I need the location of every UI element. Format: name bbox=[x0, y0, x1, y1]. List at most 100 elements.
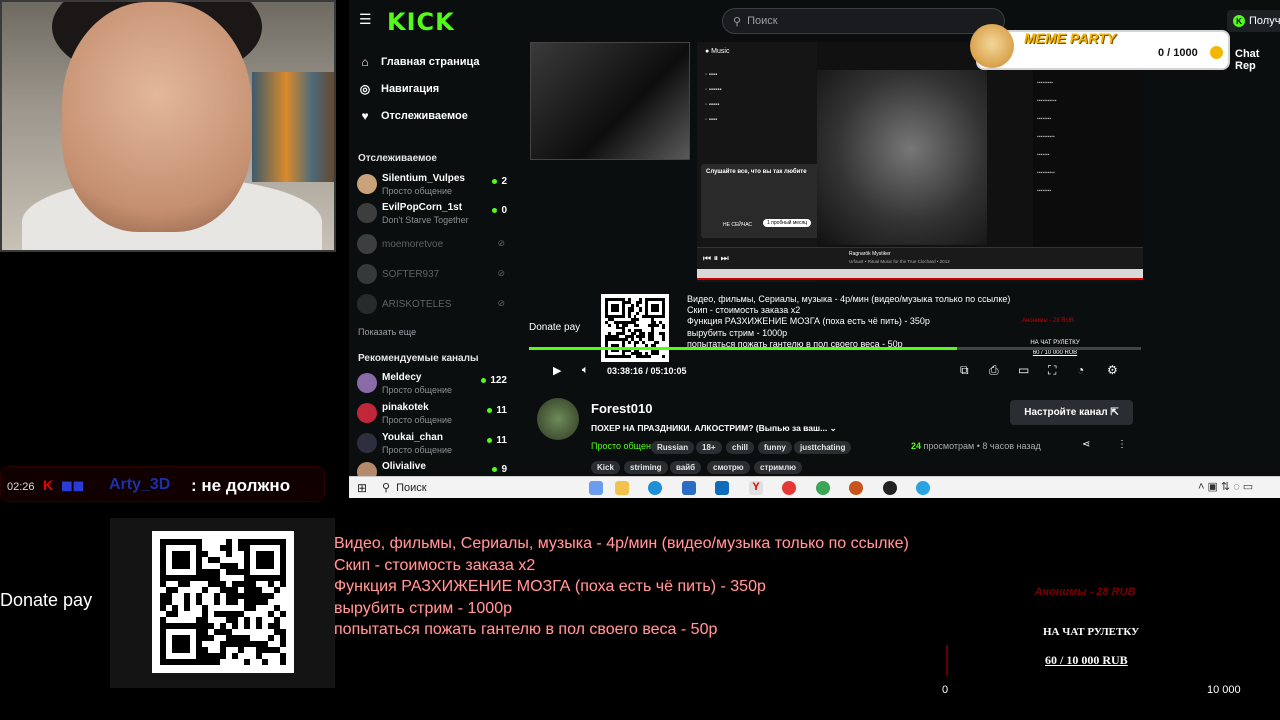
setup-channel-button[interactable]: Настройте канал ⇱ bbox=[1010, 400, 1133, 425]
views-label: просмотрам bbox=[923, 441, 975, 451]
qr-module bbox=[280, 659, 286, 665]
store-icon[interactable] bbox=[682, 481, 696, 495]
qr-grid bbox=[160, 539, 286, 665]
bottom-donate-label: Donate pay bbox=[0, 590, 93, 610]
bottom-roulette-title: НА ЧАТ РУЛЕТКУ bbox=[1043, 626, 1140, 638]
search-placeholder: Поиск bbox=[747, 15, 778, 27]
scale-max: 10 000 bbox=[1207, 684, 1241, 696]
channel-item[interactable]: SOFTER937 ⊘ bbox=[357, 262, 509, 290]
windows-start-icon[interactable]: ⊞ bbox=[357, 481, 367, 495]
meme-party-title: MEME PARTY bbox=[1024, 30, 1117, 46]
share-icon[interactable]: ⋖ bbox=[1082, 439, 1090, 450]
search-input[interactable]: ⚲ Поиск bbox=[722, 8, 1005, 34]
stream-screen: ☰ KICK ⚲ Поиск K Получи ⌂ Главная страни… bbox=[0, 0, 1280, 720]
music-app-nav: ◦ ▪▪▪▪ ◦ ▪▪▪▪▪▪ ◦ ▪▪▪▪▪ ◦ ▪▪▪▪ bbox=[705, 72, 722, 123]
music-track-name: Ragnarök Mystiker bbox=[849, 251, 891, 257]
chrome-icon[interactable] bbox=[816, 481, 830, 495]
viewer-count-value: 2 bbox=[501, 176, 507, 187]
chat-rep-label: Chat Rep bbox=[1235, 48, 1260, 72]
taskbar-search[interactable]: ⚲ Поиск bbox=[382, 479, 567, 496]
channel-name: SOFTER937 bbox=[382, 269, 440, 280]
fullscreen-icon[interactable]: ⛶ bbox=[1048, 363, 1056, 378]
sidebar-item-following[interactable]: ♥ Отслеживаемое bbox=[358, 109, 467, 123]
tag[interactable]: justtchating bbox=[794, 441, 852, 454]
channel-item[interactable]: Meldecy Просто общение 122 bbox=[357, 371, 509, 399]
viewer-count: 2 bbox=[492, 176, 507, 187]
channel-name: EvilPopCorn_1st bbox=[382, 202, 463, 213]
stream-title-text: ПОХЕР НА ПРАЗДНИКИ. АЛКОСТРИМ? (Выпью за… bbox=[591, 423, 828, 433]
views-info: 24 просмотрам • 8 часов назад bbox=[911, 441, 1041, 451]
kick-badge-icon: K bbox=[43, 477, 54, 493]
tag[interactable]: вайб bbox=[670, 461, 702, 474]
tag[interactable]: Kick bbox=[591, 461, 620, 474]
telegram-icon[interactable] bbox=[916, 481, 930, 495]
album-art bbox=[817, 70, 987, 245]
webcam-face bbox=[62, 2, 252, 232]
theater-icon[interactable]: ▭ bbox=[1018, 363, 1029, 377]
channel-name: Youkai_chan bbox=[382, 432, 443, 443]
tag[interactable]: funny bbox=[758, 441, 792, 454]
kick-badge-icon: K bbox=[1233, 15, 1245, 27]
progress-bar[interactable] bbox=[529, 347, 1141, 350]
tag[interactable]: смотрю bbox=[707, 461, 750, 474]
winamp-icon[interactable] bbox=[849, 481, 863, 495]
channel-item[interactable]: Youkai_chan Просто общение 11 bbox=[357, 431, 509, 459]
live-dot-icon bbox=[492, 178, 498, 184]
viewer-count: 11 bbox=[487, 405, 507, 416]
explorer-icon[interactable] bbox=[615, 481, 629, 495]
meme-party-widget: MEME PARTY 0 / 1000 bbox=[970, 24, 1230, 70]
obs-icon[interactable] bbox=[883, 481, 897, 495]
tray-icons[interactable]: ˄ ▣ ⇅ ◌ ▭ bbox=[1198, 480, 1253, 493]
tag[interactable]: striming bbox=[624, 461, 668, 474]
chevron-down-icon[interactable]: ⌄ bbox=[830, 423, 837, 433]
channel-name: moemoretvoe bbox=[382, 239, 444, 250]
heart-icon: ♥ bbox=[361, 109, 369, 123]
streamer-avatar[interactable] bbox=[537, 398, 579, 440]
channel-name: ARISKOTELES bbox=[382, 299, 452, 310]
overlay-price-list: Видео, фильмы, Сериалы, музыка - 4р/мин … bbox=[687, 294, 1011, 349]
channel-item[interactable]: Silentium_Vulpes Просто общение 2 bbox=[357, 172, 509, 200]
login-button[interactable]: K Получи bbox=[1227, 10, 1280, 32]
outlook-icon[interactable] bbox=[715, 481, 729, 495]
avatar bbox=[357, 234, 377, 254]
volume-icon[interactable]: 🔈︎ bbox=[582, 364, 589, 377]
captured-music-app: ● Music ◦ ▪▪▪▪ ◦ ▪▪▪▪▪▪ ◦ ▪▪▪▪▪ ◦ ▪▪▪▪ Слуш… bbox=[697, 42, 1143, 282]
streamer-name[interactable]: Forest010 bbox=[591, 401, 652, 416]
tag[interactable]: Russian bbox=[651, 441, 695, 454]
setup-channel-label: Настройте канал bbox=[1024, 407, 1108, 418]
yandex-icon[interactable]: Y bbox=[749, 481, 763, 495]
overlay-donate-label: Donate pay bbox=[529, 322, 581, 333]
bottom-roulette-value: 60 / 10 000 RUB bbox=[1045, 653, 1128, 667]
search-icon: ⚲ bbox=[382, 482, 391, 494]
progress-fill bbox=[529, 347, 958, 350]
more-options-icon[interactable]: ⋮ bbox=[1117, 439, 1127, 450]
settings-gear-icon[interactable]: ⚙ bbox=[1107, 363, 1118, 377]
sidebar-item-home[interactable]: ⌂ Главная страница bbox=[358, 55, 479, 69]
offline-icon: ⊘ bbox=[497, 298, 505, 308]
clip-icon[interactable]: ⎙ bbox=[989, 363, 999, 378]
channel-item[interactable]: EvilPopCorn_1st Don't Starve Together 0 bbox=[357, 201, 509, 229]
channel-category: Просто общение bbox=[382, 415, 452, 425]
channel-item[interactable]: ARISKOTELES ⊘ bbox=[357, 292, 509, 320]
hamburger-menu-icon[interactable]: ☰ bbox=[359, 12, 373, 26]
speed-icon[interactable]: ◔ bbox=[1077, 363, 1084, 377]
user-badge-icon: ◼◼ bbox=[61, 477, 85, 493]
live-dot-icon bbox=[492, 207, 498, 213]
webcam-feed bbox=[0, 0, 336, 252]
video-player[interactable]: ● Music ◦ ▪▪▪▪ ◦ ▪▪▪▪▪▪ ◦ ▪▪▪▪▪ ◦ ▪▪▪▪ Слуш… bbox=[525, 42, 1153, 386]
yandex-browser-icon[interactable] bbox=[782, 481, 796, 495]
queue-items: ▪▪▪▪▪▪▪▪▪ ▪▪▪▪▪▪▪▪▪▪▪ ▪▪▪▪▪▪▪▪ ▪▪▪▪▪▪▪▪▪▪ ▪▪… bbox=[1037, 80, 1057, 194]
pip-icon[interactable]: ⧉ bbox=[960, 363, 969, 378]
edge-icon[interactable] bbox=[648, 481, 662, 495]
tag[interactable]: 18+ bbox=[696, 441, 722, 454]
tag[interactable]: chill bbox=[726, 441, 755, 454]
channel-item[interactable]: moemoretvoe ⊘ bbox=[357, 232, 509, 260]
channel-item[interactable]: pinakotek Просто общение 11 bbox=[357, 401, 509, 429]
tag[interactable]: стримлю bbox=[754, 461, 803, 474]
show-more-link[interactable]: Показать еще bbox=[358, 327, 416, 337]
taskview-icon[interactable] bbox=[589, 481, 603, 495]
play-icon[interactable]: ▶ bbox=[553, 364, 561, 377]
sidebar-item-browse[interactable]: ◎ Навигация bbox=[358, 82, 439, 96]
kick-logo[interactable]: KICK bbox=[387, 8, 455, 36]
popup-yes-button: 1 пробный месяц bbox=[763, 219, 812, 227]
